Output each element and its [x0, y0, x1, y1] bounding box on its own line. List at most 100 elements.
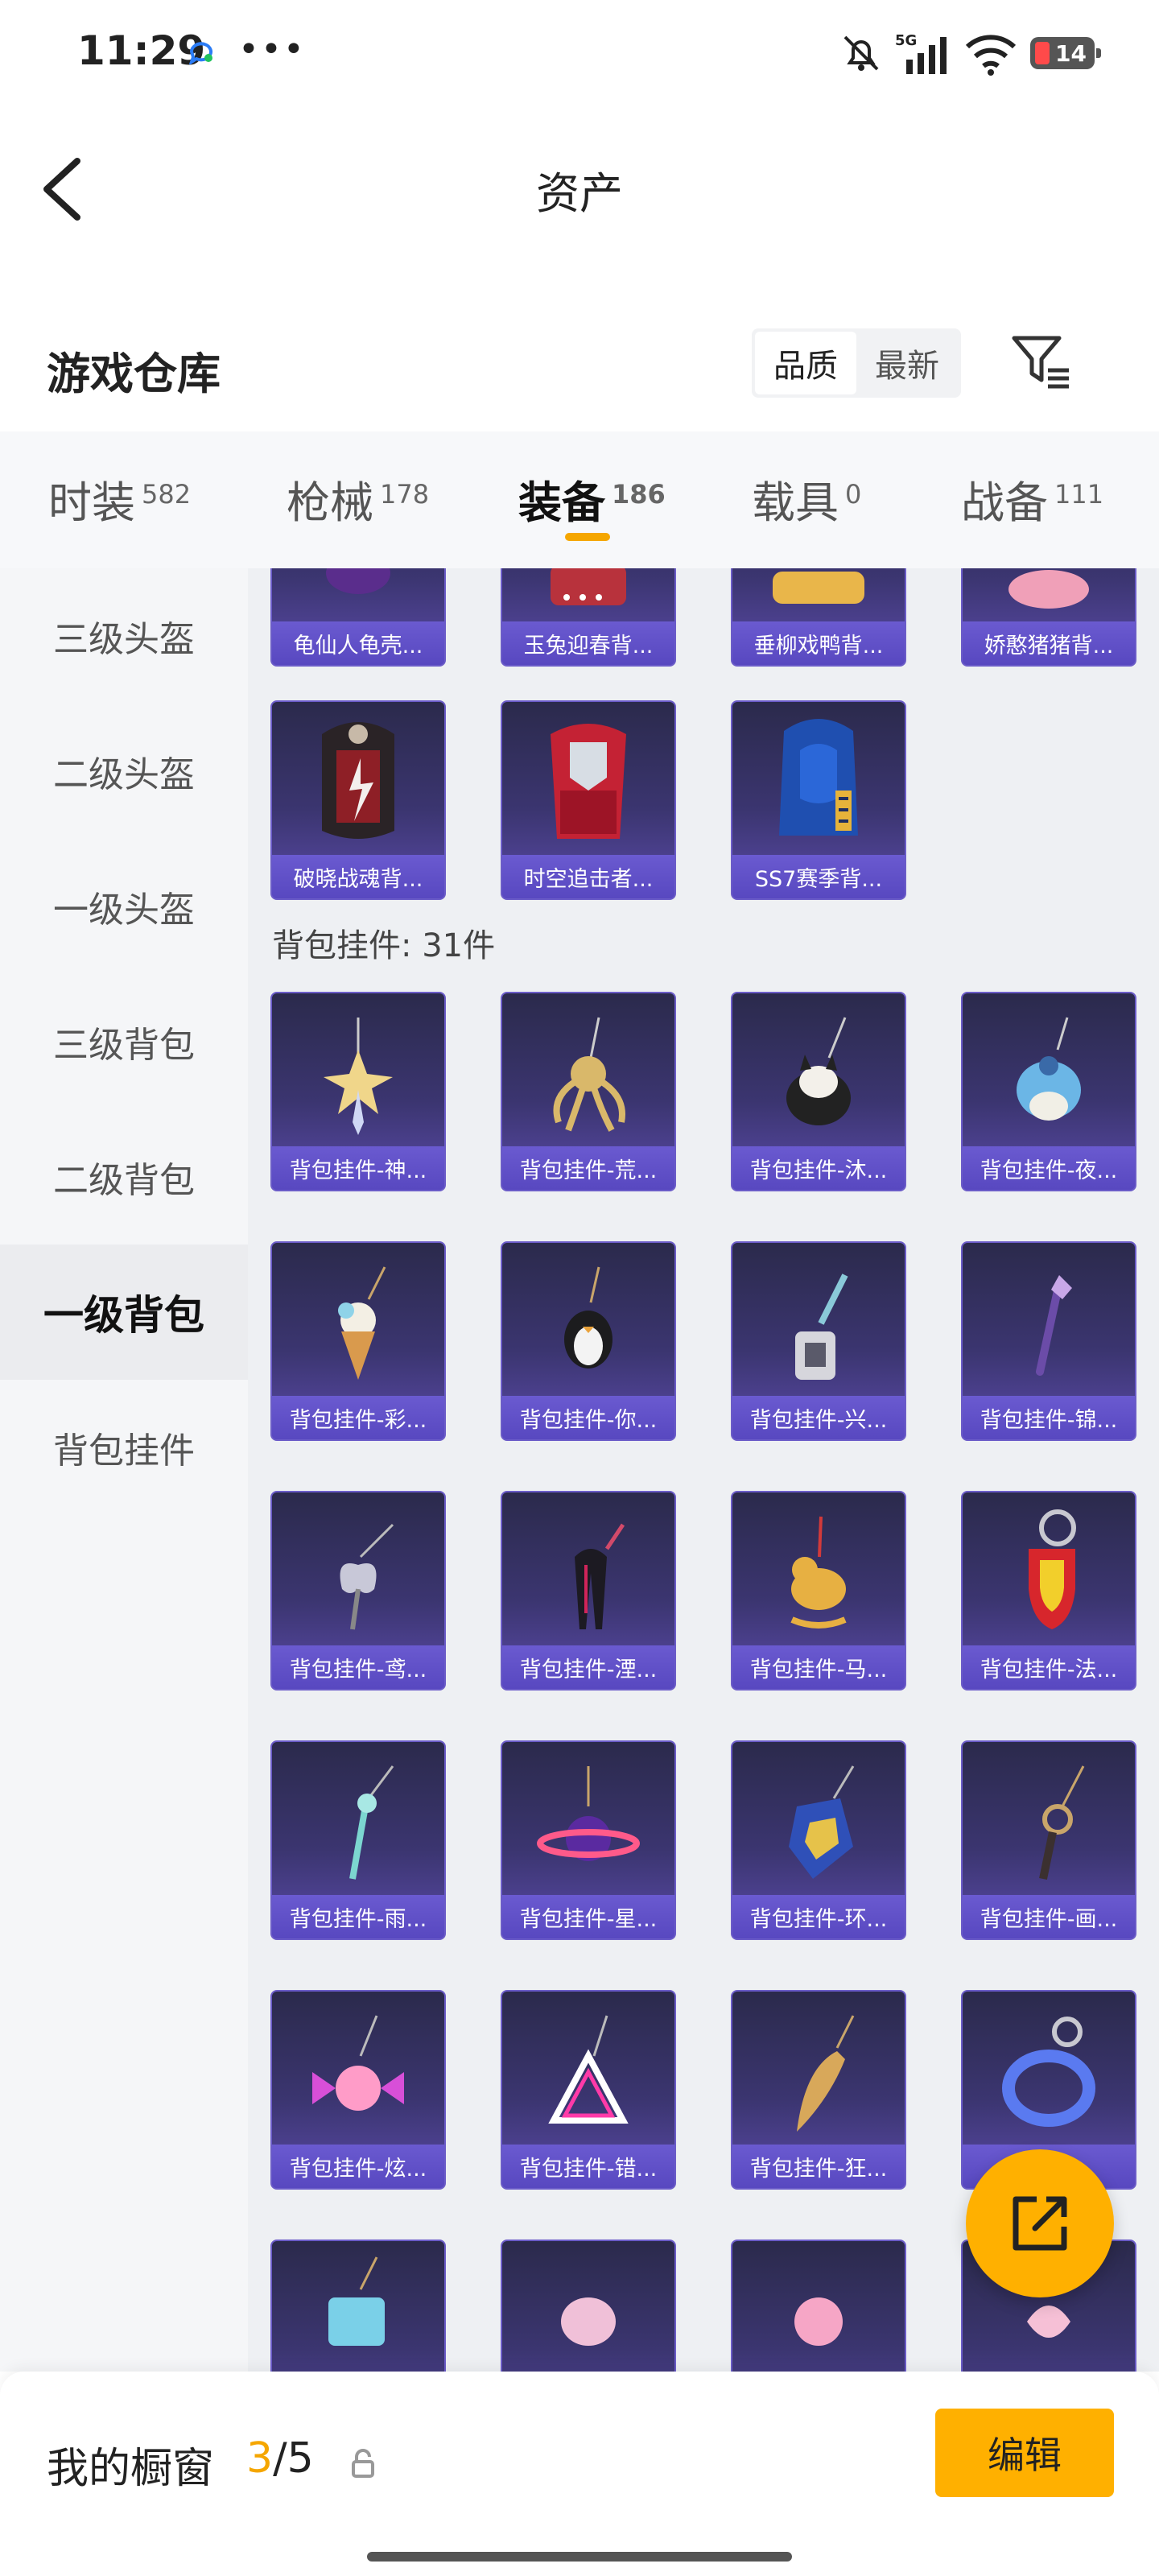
- tab-guns[interactable]: 枪械 178: [287, 467, 429, 530]
- section-title: 背包挂件: 31件: [272, 927, 496, 964]
- penguin-charm-icon: [564, 1266, 612, 1368]
- filter-icon[interactable]: [1011, 333, 1072, 390]
- charm-card[interactable]: 背包挂件-炫...: [270, 1990, 446, 2190]
- showcase-label: 我的橱窗: [47, 2445, 215, 2493]
- item-card[interactable]: SS7赛季背...: [731, 700, 906, 900]
- charm-art-icon: [328, 2256, 385, 2346]
- tab-label: 时装: [48, 477, 135, 528]
- home-indicator[interactable]: [367, 2552, 792, 2562]
- candy-charm-icon: [312, 2015, 404, 2111]
- sort-toggle: 品质 最新: [752, 328, 961, 398]
- backpack-icon: [779, 719, 858, 836]
- item-name: 背包挂件-星...: [502, 1895, 674, 1938]
- item-card[interactable]: 时空追击者...: [501, 700, 676, 900]
- charm-card[interactable]: 背包挂件-星...: [501, 1740, 676, 1940]
- octopus-charm-icon: [553, 1017, 625, 1132]
- item-name: 背包挂件-炫...: [272, 2145, 444, 2188]
- charm-card[interactable]: [501, 2240, 676, 2372]
- item-name: 背包挂件-狂...: [732, 2145, 905, 2188]
- sidebar-item-backpack-3[interactable]: 三级背包: [0, 974, 248, 1109]
- claw-charm-icon: [575, 1523, 625, 1629]
- sidebar-item-backpack-2[interactable]: 二级背包: [0, 1109, 248, 1245]
- tag-charm-icon: [795, 1274, 848, 1380]
- status-right-icons: 5G 14: [839, 29, 1101, 77]
- item-name: 背包挂件-湮...: [502, 1645, 674, 1689]
- sidebar-item-helmet-1[interactable]: 一级头盔: [0, 839, 248, 974]
- item-name: 背包挂件-错...: [502, 2145, 674, 2188]
- battery-level: 14: [1055, 39, 1087, 67]
- charm-card[interactable]: 背包挂件-湮...: [501, 1491, 676, 1690]
- item-name: 背包挂件-沐...: [732, 1146, 905, 1190]
- sidebar-item-helmet-2[interactable]: 二级头盔: [0, 704, 248, 839]
- item-name: 背包挂件-画...: [963, 1895, 1135, 1938]
- sidebar-item-helmet-3[interactable]: 三级头盔: [0, 568, 248, 704]
- tab-count: 111: [1054, 479, 1104, 510]
- item-card[interactable]: 龟仙人龟壳...: [270, 568, 446, 667]
- item-name: 背包挂件-你...: [502, 1396, 674, 1439]
- external-share-icon: [1013, 2196, 1067, 2251]
- item-name: 背包挂件-神...: [272, 1146, 444, 1190]
- showcase-bar: 我的橱窗 3/5 编辑: [0, 2372, 1159, 2576]
- sort-quality-button[interactable]: 品质: [755, 332, 856, 394]
- sidebar-item-backpack-1[interactable]: 一级背包: [0, 1245, 248, 1380]
- battery-icon: 14: [1030, 37, 1101, 69]
- tab-label: 战备: [961, 477, 1048, 528]
- charm-card[interactable]: 背包挂件-锦...: [961, 1241, 1136, 1441]
- charm-card[interactable]: 背包挂件-错...: [501, 1990, 676, 2190]
- category-tabs: 时装 582 枪械 178 装备 186 载具 0 战备 111: [0, 431, 1159, 568]
- item-name: 背包挂件-法...: [963, 1645, 1135, 1689]
- charm-card[interactable]: 背包挂件-荒...: [501, 992, 676, 1191]
- item-name: 背包挂件-雨...: [272, 1895, 444, 1938]
- status-time: 11:29: [77, 27, 206, 74]
- tab-fashion[interactable]: 时装 582: [48, 467, 191, 530]
- item-card[interactable]: 玉兔迎春背...: [501, 568, 676, 667]
- item-card[interactable]: 娇憨猪猪背...: [961, 568, 1136, 667]
- charm-card[interactable]: 背包挂件-环...: [731, 1740, 906, 1940]
- charm-card[interactable]: 背包挂件-彩...: [270, 1241, 446, 1441]
- share-button[interactable]: [966, 2149, 1114, 2297]
- showcase-current: 3: [246, 2434, 274, 2483]
- sort-newest-button[interactable]: 最新: [856, 332, 958, 394]
- charm-card[interactable]: 背包挂件-画...: [961, 1740, 1136, 1940]
- charm-card[interactable]: [270, 2240, 446, 2372]
- tab-vehicles[interactable]: 载具 0: [752, 467, 861, 530]
- charm-card[interactable]: [731, 2240, 906, 2372]
- item-art-icon: [773, 572, 864, 604]
- butterfly-charm-icon: [340, 1523, 394, 1630]
- active-tab-indicator: [565, 533, 610, 541]
- item-name: 背包挂件-荒...: [502, 1146, 674, 1190]
- item-name: 背包挂件-环...: [732, 1895, 905, 1938]
- horse-charm-icon: [790, 1516, 847, 1629]
- item-name: 垂柳戏鸭背...: [732, 621, 905, 665]
- backpack-icon: [322, 722, 394, 839]
- shield-emblem-charm-icon: [789, 1765, 855, 1879]
- charm-card[interactable]: 背包挂件-神...: [270, 992, 446, 1191]
- edit-button[interactable]: 编辑: [935, 2409, 1114, 2497]
- charm-card[interactable]: 背包挂件-鸢...: [270, 1491, 446, 1690]
- charm-card[interactable]: 背包挂件-狂...: [731, 1990, 906, 2190]
- tab-label: 装备: [518, 477, 605, 528]
- item-name: 背包挂件-兴...: [732, 1396, 905, 1439]
- item-card[interactable]: 垂柳戏鸭背...: [731, 568, 906, 667]
- signal-5g-icon: 5G: [895, 32, 947, 74]
- sidebar: 三级头盔 二级头盔 一级头盔 三级背包 二级背包 一级背包 背包挂件: [0, 568, 248, 2372]
- tab-equipment[interactable]: 装备 186: [518, 467, 666, 530]
- item-card[interactable]: 破晓战魂背...: [270, 700, 446, 900]
- warehouse-title: 游戏仓库: [47, 349, 221, 399]
- charm-card[interactable]: 背包挂件-兴...: [731, 1241, 906, 1441]
- item-name: 背包挂件-彩...: [272, 1396, 444, 1439]
- item-art-icon: [1008, 570, 1089, 609]
- item-name: 背包挂件-鸢...: [272, 1645, 444, 1689]
- tab-combat-gear[interactable]: 战备 111: [961, 467, 1103, 530]
- item-grid: 龟仙人龟壳... 玉兔迎春背... 垂柳戏鸭背... 娇憨猪猪背... 破晓战魂…: [248, 568, 1159, 2372]
- cat-charm-icon: [786, 1017, 851, 1125]
- charm-card[interactable]: 背包挂件-马...: [731, 1491, 906, 1690]
- charm-card[interactable]: 背包挂件-夜...: [961, 992, 1136, 1191]
- tab-count: 186: [612, 479, 666, 510]
- charm-card[interactable]: 背包挂件-法...: [961, 1491, 1136, 1690]
- charm-card[interactable]: 背包挂件-沐...: [731, 992, 906, 1191]
- item-name: 时空追击者...: [502, 855, 674, 898]
- sidebar-item-backpack-charms[interactable]: 背包挂件: [0, 1380, 248, 1515]
- charm-card[interactable]: 背包挂件-雨...: [270, 1740, 446, 1940]
- charm-card[interactable]: 背包挂件-你...: [501, 1241, 676, 1441]
